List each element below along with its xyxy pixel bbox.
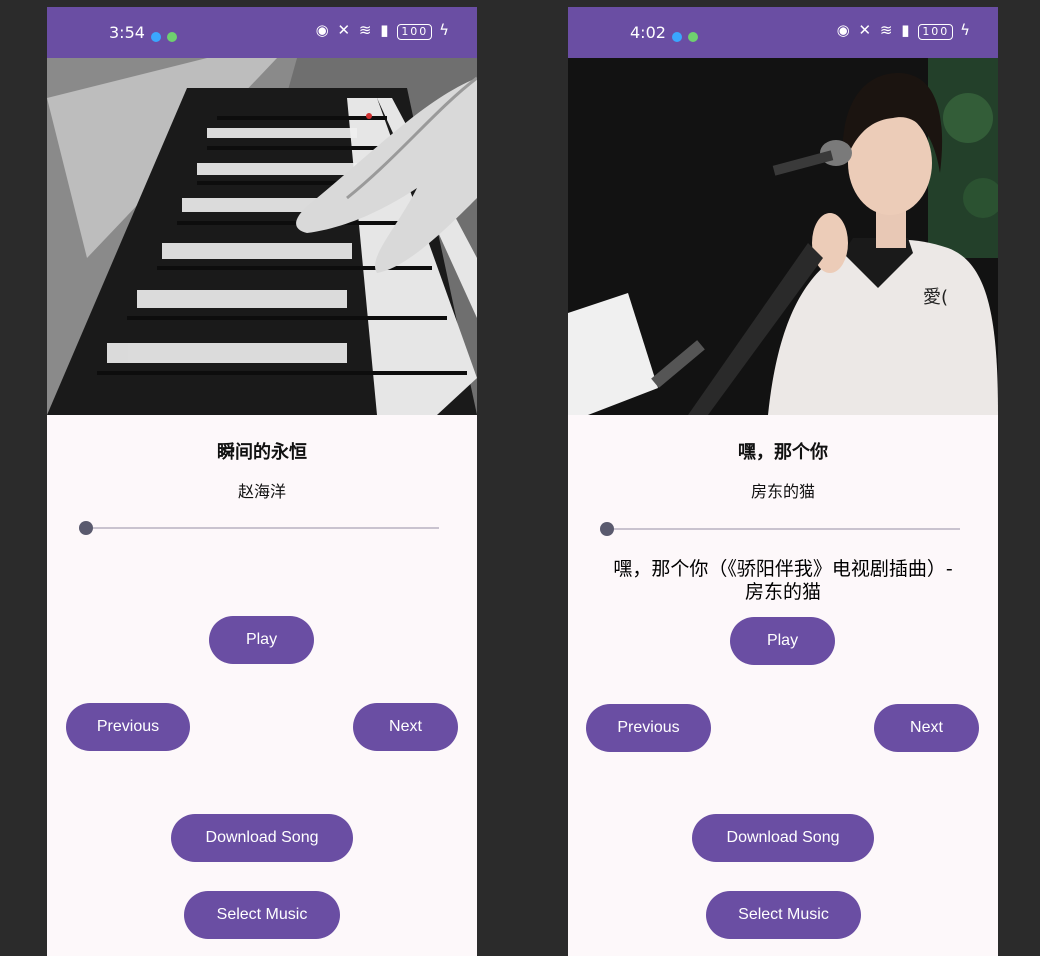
song-title: 嘿，那个你 [738, 442, 828, 463]
lyric-line: 嘿，那个你（《骄阳伴我》电视剧插曲）- [613, 558, 953, 580]
charging-icon: ϟ [960, 21, 972, 39]
mute-icon: ✕ [858, 21, 874, 39]
phone-screen-right: 4:02 ◉ ✕ ≋ ▮ 100 ϟ 愛(嘿，那个你 房东的猫 嘿，那个你（《… [568, 7, 998, 956]
eye-icon: ◉ [315, 21, 331, 39]
song-artist: 房东的猫 [750, 482, 815, 501]
system-status-icons: ◉ ✕ ≋ ▮ 100 ϟ [837, 21, 972, 40]
previous-button[interactable]: Previous [586, 704, 711, 752]
seek-track [85, 527, 439, 529]
next-button[interactable]: Next [353, 703, 458, 751]
app-notification-icon [672, 32, 682, 42]
battery-icon: 100 [918, 24, 954, 40]
select-music-button[interactable]: Select Music [184, 891, 340, 939]
seek-track [606, 528, 960, 530]
charging-icon: ϟ [439, 21, 451, 39]
eye-icon: ◉ [836, 21, 852, 39]
notification-icons [672, 27, 704, 46]
play-button[interactable]: Play [209, 616, 314, 664]
status-time: 3:54 [109, 23, 145, 42]
notification-icons [151, 27, 183, 46]
seek-bar[interactable] [79, 520, 439, 536]
sim-icon: ▮ [380, 21, 391, 39]
seek-bar[interactable] [600, 521, 960, 537]
play-button[interactable]: Play [730, 617, 835, 665]
status-time: 4:02 [630, 23, 666, 42]
download-song-button[interactable]: Download Song [171, 814, 353, 862]
battery-icon: 100 [397, 24, 433, 40]
song-title: 瞬间的永恒 [217, 442, 307, 463]
wifi-icon: ≋ [879, 21, 895, 39]
seek-thumb[interactable] [600, 522, 614, 536]
download-song-button[interactable]: Download Song [692, 814, 874, 862]
status-bar: 3:54 ◉ ✕ ≋ ▮ 100 ϟ [47, 7, 477, 58]
svg-text:愛(: 愛( [923, 287, 948, 308]
phone-screen-left: 3:54 ◉ ✕ ≋ ▮ 100 ϟ 瞬间的永恒 赵海洋 Play Previo… [47, 7, 477, 956]
next-button[interactable]: Next [874, 704, 979, 752]
seek-thumb[interactable] [79, 521, 93, 535]
mute-icon: ✕ [337, 21, 353, 39]
app-notification-icon [167, 32, 177, 42]
previous-button[interactable]: Previous [66, 703, 190, 751]
wifi-icon: ≋ [358, 21, 374, 39]
select-music-button[interactable]: Select Music [706, 891, 861, 939]
app-notification-icon [688, 32, 698, 42]
album-art-singer: 愛( [568, 58, 998, 415]
lyric-text: 嘿，那个你（《骄阳伴我》电视剧插曲）- 房东的猫 [568, 558, 998, 604]
lyric-line: 房东的猫 [744, 581, 821, 603]
status-bar: 4:02 ◉ ✕ ≋ ▮ 100 ϟ [568, 7, 998, 58]
app-notification-icon [151, 32, 161, 42]
system-status-icons: ◉ ✕ ≋ ▮ 100 ϟ [316, 21, 451, 40]
album-art-piano [47, 58, 477, 415]
sim-icon: ▮ [901, 21, 912, 39]
song-artist: 赵海洋 [237, 482, 286, 501]
